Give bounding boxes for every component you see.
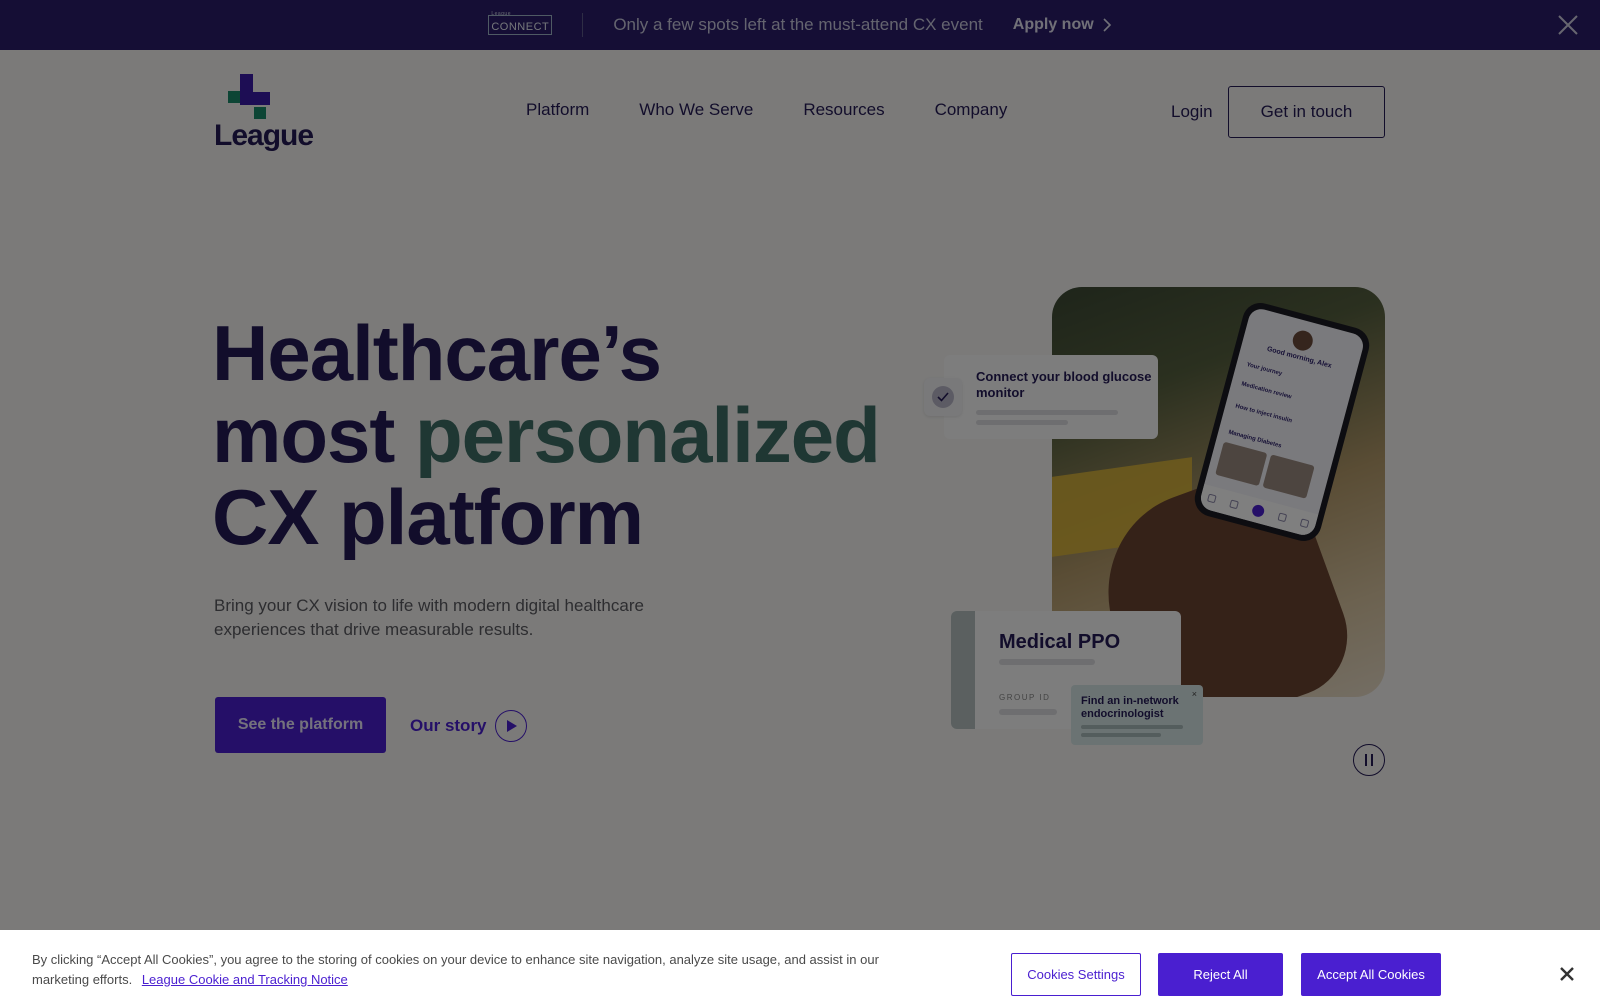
main-nav: Platform Who We Serve Resources Company [526,100,1007,120]
placeholder-bar [1081,725,1183,729]
announcement-divider [582,13,584,37]
phone-section-journey: Your journey [1245,361,1283,378]
close-announcement-icon[interactable] [1556,13,1580,37]
headline-line-3: CX platform [212,473,644,561]
close-cookie-banner-icon[interactable] [1558,965,1576,983]
apply-now-label: Apply now [1012,16,1094,33]
league-logo[interactable]: League [214,74,314,154]
ppo-card-title: Medical PPO [999,631,1121,653]
connect-logo-text: CONNECT [491,21,550,33]
phone-avatar [1290,328,1316,353]
hero-subtitle: Bring your CX vision to life with modern… [214,596,644,639]
phone-profile-icon [1277,512,1288,523]
phone-home-icon [1207,493,1218,504]
nav-item-platform[interactable]: Platform [526,100,589,120]
cookie-banner: By clicking “Accept All Cookies”, you ag… [0,930,1600,1000]
nav-item-company[interactable]: Company [935,100,1008,120]
logo-mark-green-bottom [254,107,266,119]
chevron-right-icon [1103,18,1111,32]
cookie-text: By clicking “Accept All Cookies”, you ag… [32,950,892,990]
pause-icon-bar [1371,754,1373,766]
apply-now-link[interactable]: Apply now [1013,16,1112,34]
announcement-text: Only a few spots left at the must-attend… [613,15,983,34]
placeholder-bar [999,709,1057,715]
headline-line-1: Healthcare’s [212,309,662,397]
find-card-title: Find an in-network endocrinologist [1081,695,1179,720]
hero-headline: Healthcare’s most personalized CX platfo… [212,309,881,561]
connect-logo-small-text: League [491,11,511,17]
our-story-link[interactable]: Our story [410,710,527,742]
glucose-card-title: Connect your blood glucose monitor [976,369,1152,400]
reject-all-button[interactable]: Reject All [1158,953,1283,996]
phone-thumbnail [1262,454,1315,499]
login-link[interactable]: Login [1171,102,1213,122]
placeholder-bar [999,659,1095,665]
nav-item-resources[interactable]: Resources [803,100,884,120]
card-stripe [951,611,975,729]
glucose-monitor-card: Connect your blood glucose monitor [944,355,1158,439]
play-icon [494,710,527,742]
checkmark-icon [932,386,954,408]
phone-heart-icon [1250,503,1266,519]
see-the-platform-button[interactable]: See the platform [215,697,386,753]
logo-mark-green-left [228,91,240,103]
group-id-label: GROUP ID [999,693,1051,702]
close-icon: × [1191,689,1197,699]
get-in-touch-button[interactable]: Get in touch [1228,86,1385,138]
phone-item-medication: Medication review [1240,381,1293,401]
nav-item-who-we-serve[interactable]: Who We Serve [639,100,753,120]
phone-thumbnail [1215,441,1268,487]
phone-clock-icon [1229,499,1240,510]
logo-mark-purple-horizontal [240,92,270,105]
phone-inbox-icon [1299,518,1310,529]
pause-animation-button[interactable] [1353,744,1385,776]
check-tile [924,378,962,416]
headline-line-2: most [212,391,395,479]
find-endocrinologist-card: Find an in-network endocrinologist × [1071,685,1203,745]
phone-mockup: Good morning, Alex Your journey Medicati… [1190,298,1374,546]
placeholder-bar [1081,733,1161,737]
pause-icon-bar [1365,754,1367,766]
announcement-bar: League CONNECT Only a few spots left at … [0,0,1600,50]
phone-screen: Good morning, Alex Your journey Medicati… [1198,306,1366,538]
logo-wordmark: League [214,119,314,152]
accept-all-cookies-button[interactable]: Accept All Cookies [1301,953,1441,996]
our-story-label: Our story [410,716,487,735]
cookie-notice-link[interactable]: League Cookie and Tracking Notice [142,972,348,987]
cookies-settings-button[interactable]: Cookies Settings [1011,953,1141,996]
placeholder-bar [976,420,1068,425]
phone-item-insulin: How to inject insulin [1234,403,1293,425]
headline-accent-word: personalized [415,391,881,479]
league-connect-logo: League CONNECT [488,11,553,35]
placeholder-bar [976,410,1118,415]
